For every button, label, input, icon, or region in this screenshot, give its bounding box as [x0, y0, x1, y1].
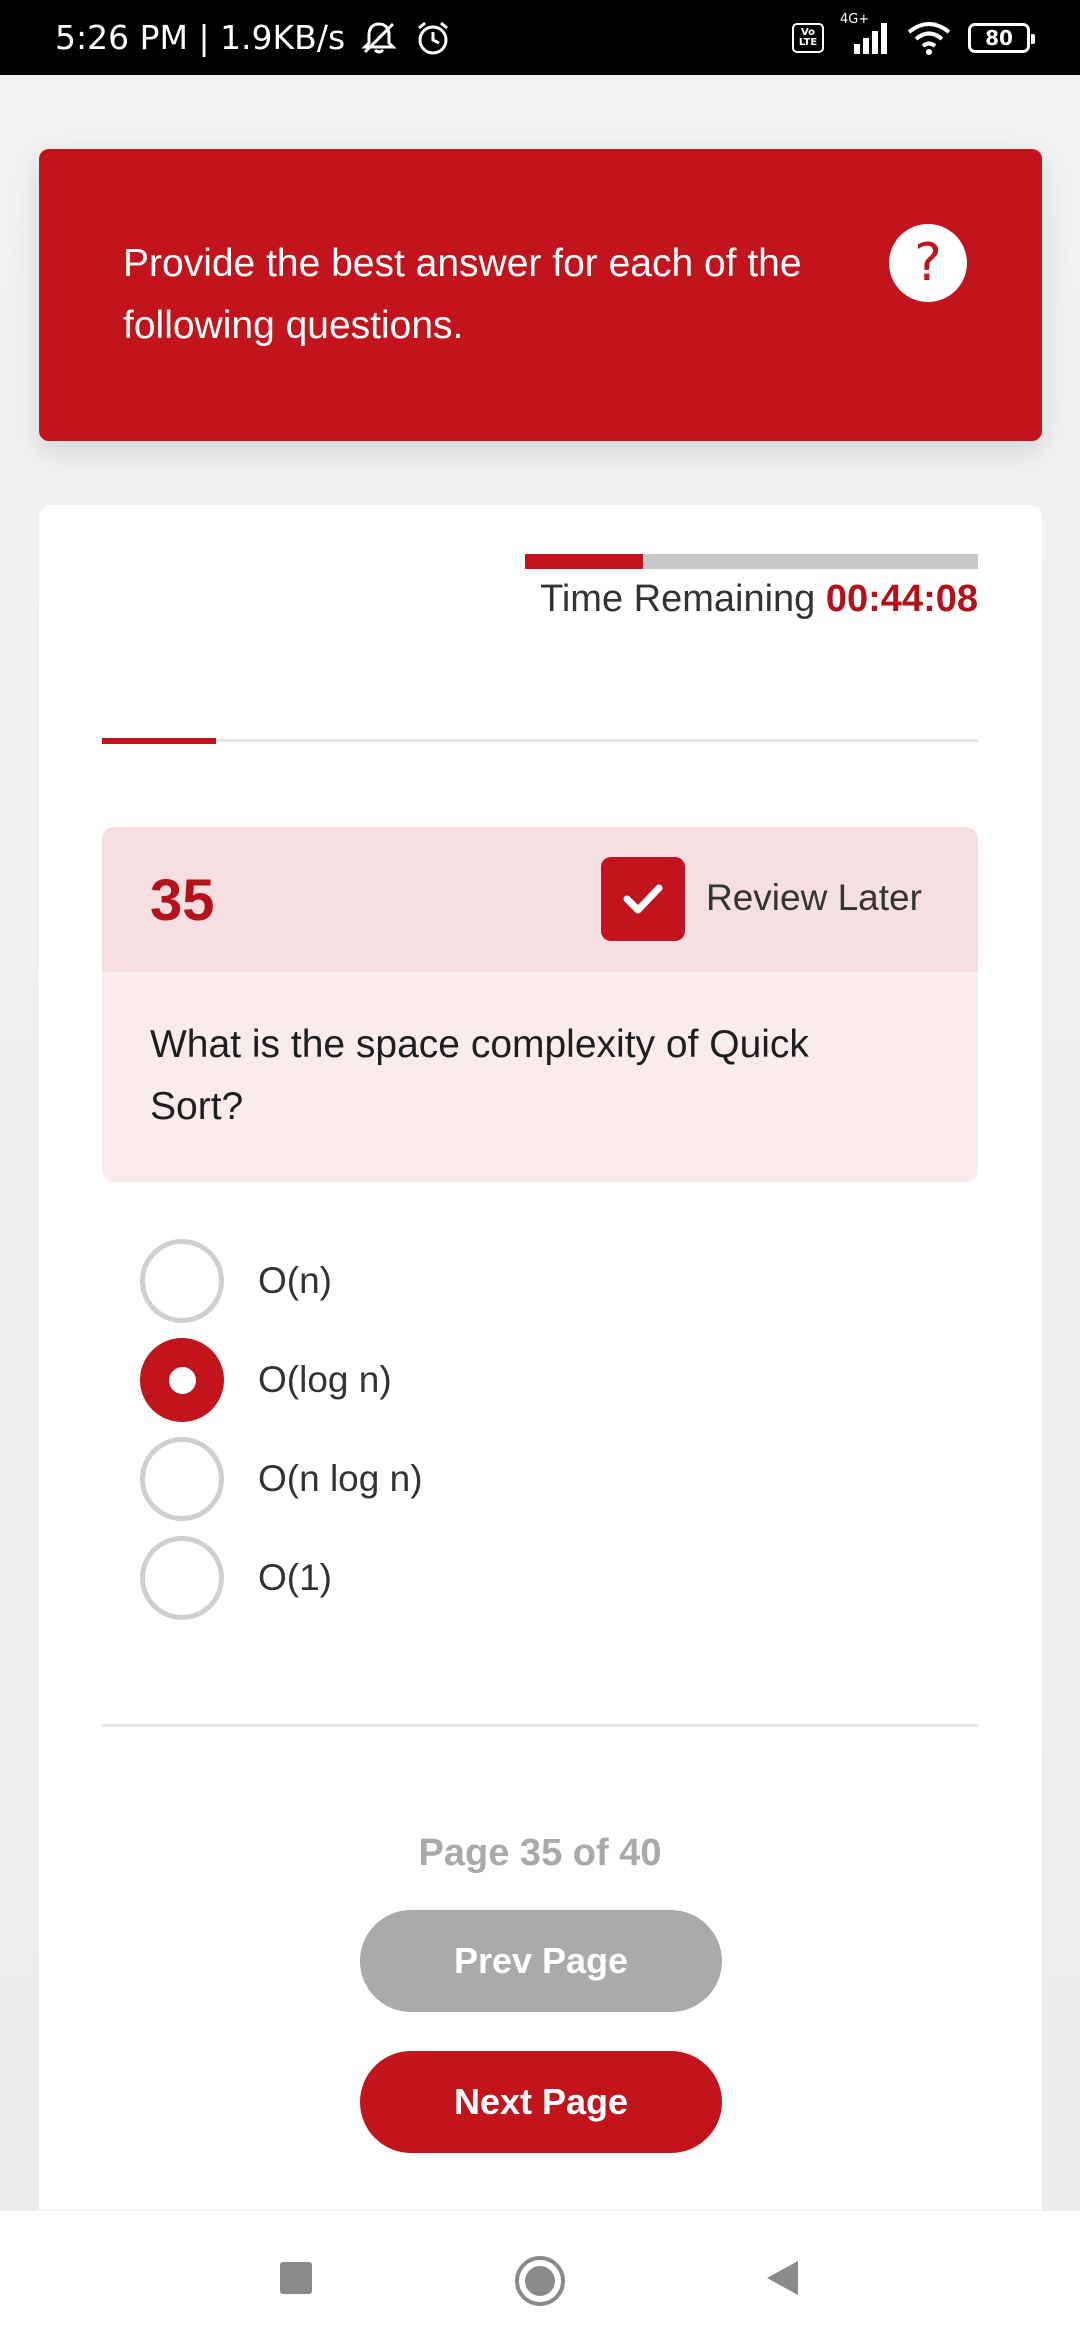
option-label: O(n log n)	[258, 1458, 423, 1499]
question-progress-bar	[102, 738, 978, 744]
volte-icon: Vo LTE	[792, 22, 824, 53]
next-page-button[interactable]: Next Page	[360, 2051, 722, 2153]
checkmark-icon	[623, 884, 663, 914]
status-bar: 5:26 PM | 1.9KB/s Vo LTE 4G+ 80	[0, 0, 1080, 75]
answer-option[interactable]: O(1)	[140, 1536, 840, 1620]
radio-button[interactable]	[140, 1536, 224, 1620]
system-nav-bar	[0, 2210, 1080, 2340]
review-later-checkbox[interactable]	[601, 857, 685, 941]
wifi-icon	[906, 20, 952, 56]
square-icon	[280, 2262, 312, 2294]
page-indicator: Page 35 of 40	[418, 1832, 662, 1874]
review-later-label: Review Later	[706, 877, 922, 918]
home-circle-icon	[515, 2256, 565, 2306]
question-box: 35 Review Later What is the space comple…	[102, 827, 978, 1182]
question-number: 35	[150, 868, 215, 933]
divider	[102, 1724, 978, 1727]
mute-bell-icon	[359, 18, 399, 58]
recent-apps-button[interactable]	[276, 2258, 316, 2298]
question-progress-fill	[102, 738, 216, 744]
volte-bottom-text: LTE	[798, 36, 818, 48]
home-button[interactable]	[513, 2254, 567, 2308]
radio-button[interactable]	[140, 1239, 224, 1323]
instruction-text: Provide the best answer for each of the …	[123, 242, 802, 347]
status-time: 5:26 PM | 1.9KB/s	[55, 18, 346, 57]
answer-option[interactable]: O(n log n)	[140, 1437, 840, 1521]
volte-top-text: Vo	[800, 26, 816, 38]
help-button[interactable]: ?	[889, 224, 967, 302]
battery-icon: 80	[968, 22, 1035, 53]
radio-button[interactable]	[140, 1338, 224, 1422]
answer-option[interactable]: O(n)	[140, 1239, 840, 1323]
instruction-banner: Provide the best answer for each of the …	[39, 149, 1042, 441]
time-remaining: Time Remaining 00:44:08	[525, 578, 978, 621]
battery-level: 80	[985, 25, 1013, 50]
timer-progress-bar	[525, 554, 978, 569]
time-remaining-value: 00:44:08	[825, 578, 978, 620]
option-label: O(n)	[258, 1260, 332, 1301]
status-left: 5:26 PM | 1.9KB/s	[55, 18, 453, 58]
option-label: O(1)	[258, 1557, 332, 1598]
signal-icon: 4G+	[840, 12, 890, 56]
back-triangle-icon	[767, 2261, 798, 2295]
prev-page-button[interactable]: Prev Page	[360, 1910, 722, 2012]
time-remaining-label: Time Remaining	[540, 578, 816, 620]
question-mark-icon: ?	[914, 233, 942, 293]
network-type: 4G+	[840, 11, 870, 27]
radio-button[interactable]	[140, 1437, 224, 1521]
radio-selected-dot	[168, 1366, 196, 1394]
question-text: What is the space complexity of Quick So…	[150, 1023, 809, 1128]
alarm-icon	[413, 18, 453, 58]
timer-progress-fill	[525, 554, 643, 569]
option-label: O(log n)	[258, 1359, 392, 1400]
answer-option[interactable]: O(log n)	[140, 1338, 840, 1422]
back-button[interactable]	[762, 2258, 802, 2298]
status-right: Vo LTE 4G+ 80	[792, 12, 1035, 56]
question-header: 35 Review Later	[102, 827, 978, 972]
